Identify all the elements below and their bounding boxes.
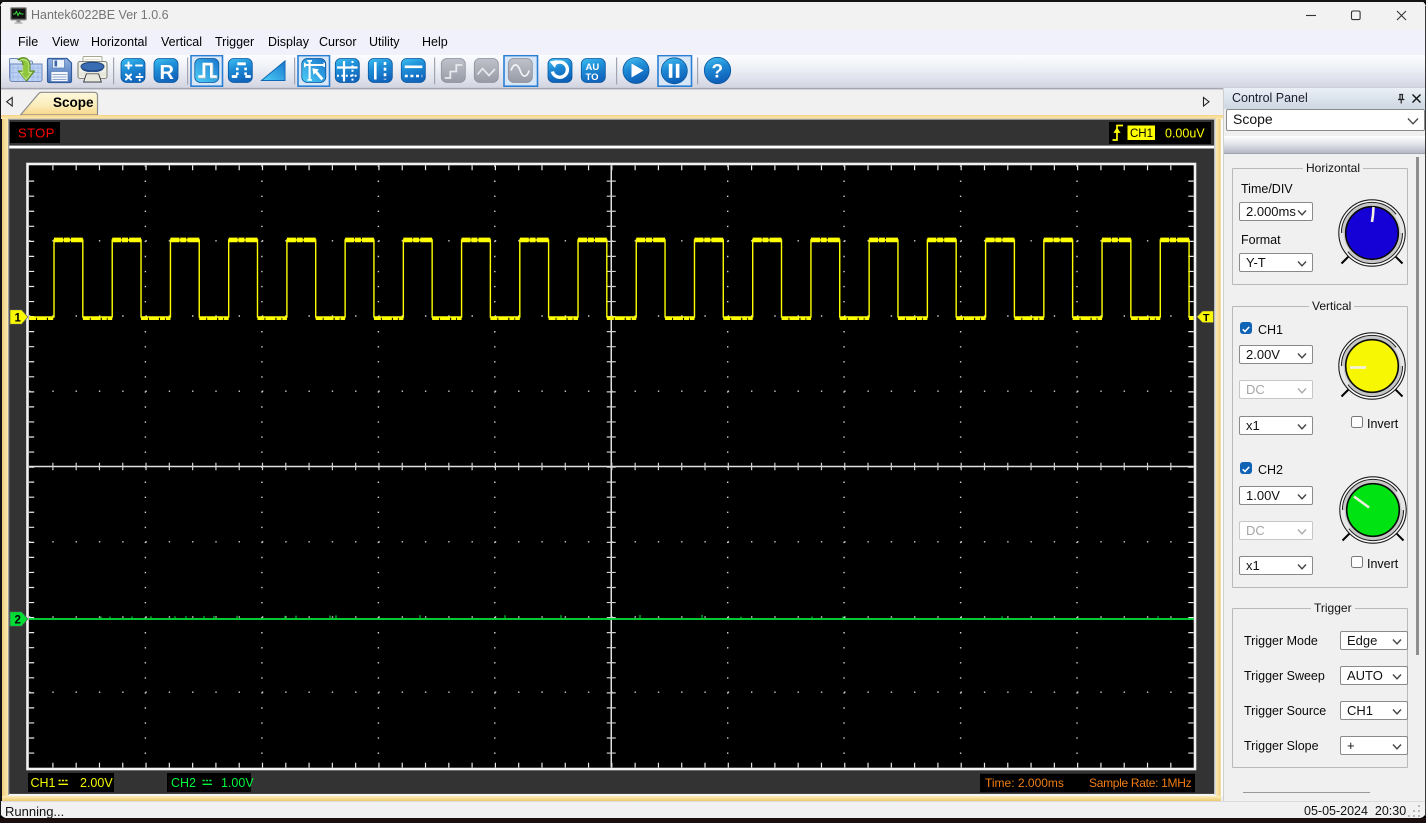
svg-text:?: ?: [712, 62, 724, 83]
svg-text:2: 2: [15, 615, 21, 627]
svg-text:CH2: CH2: [171, 776, 196, 790]
svg-text:1.00V: 1.00V: [221, 776, 254, 790]
svg-text:0.00uV: 0.00uV: [1165, 126, 1205, 140]
svg-text:Sample Rate: 1MHz: Sample Rate: 1MHz: [1089, 776, 1192, 790]
svg-text:2.00V: 2.00V: [80, 776, 113, 790]
svg-text:R: R: [160, 62, 175, 84]
svg-text:CH1: CH1: [1130, 128, 1153, 140]
svg-text:CH1: CH1: [31, 776, 56, 790]
svg-text:Scope: Scope: [53, 95, 94, 110]
svg-text:T: T: [1203, 312, 1210, 324]
svg-text:STOP: STOP: [18, 126, 55, 141]
svg-text:Time: 2.000ms: Time: 2.000ms: [985, 776, 1064, 790]
svg-text:1: 1: [15, 313, 22, 325]
svg-text:TO: TO: [586, 72, 599, 83]
